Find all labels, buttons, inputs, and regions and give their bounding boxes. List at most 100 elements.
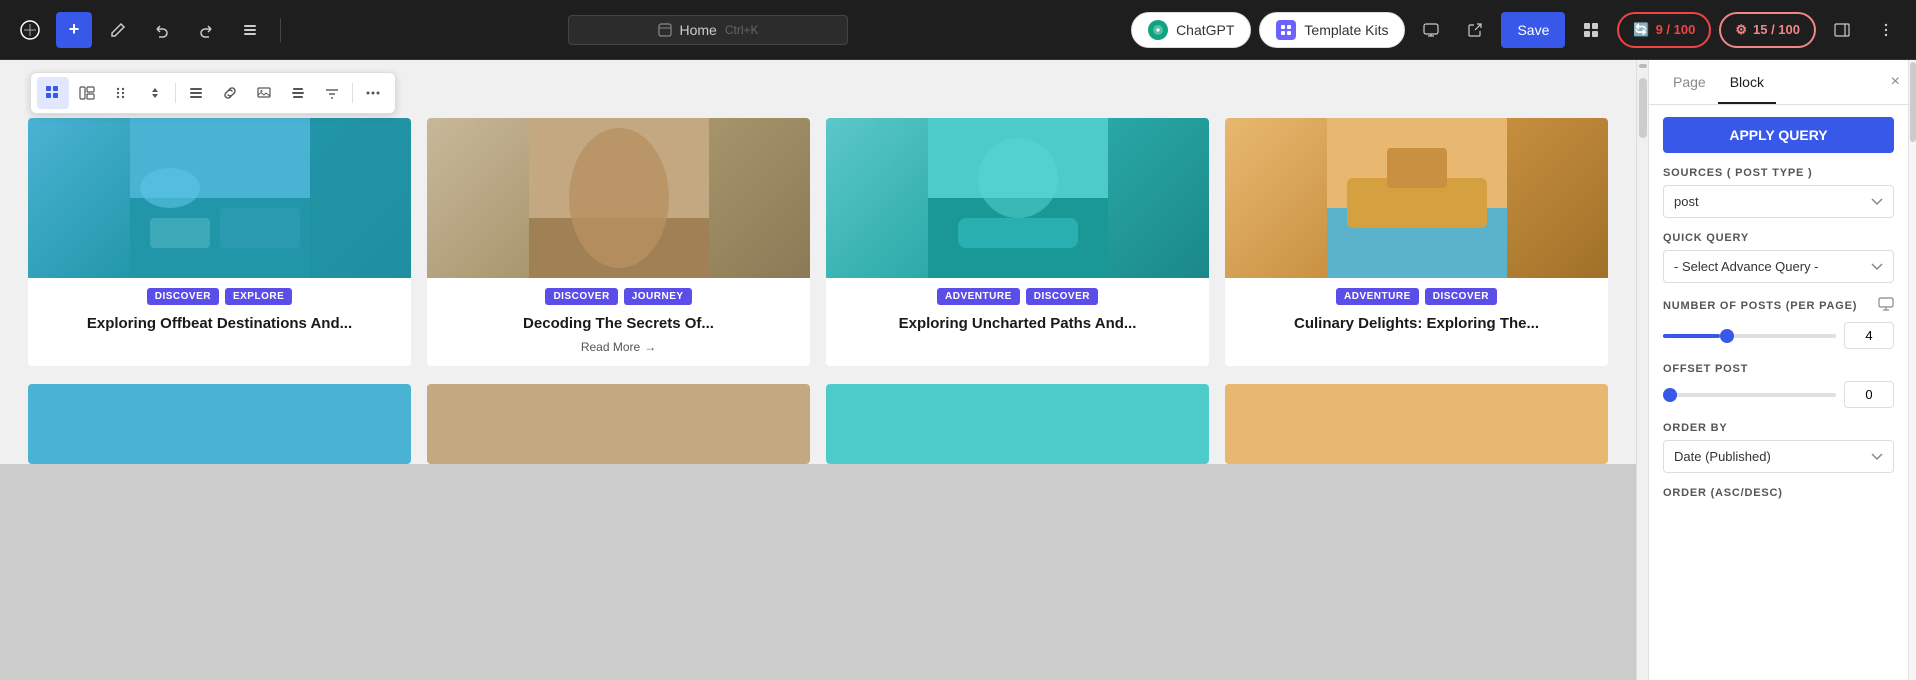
- bottom-card-2: [427, 384, 810, 464]
- drag-handle[interactable]: [105, 77, 137, 109]
- offset-slider-thumb[interactable]: [1663, 388, 1677, 402]
- sources-select[interactable]: post page product: [1663, 185, 1894, 218]
- read-more-label-2: Read More: [581, 340, 640, 354]
- block-toolbar: [30, 72, 396, 114]
- sidebar-toggle[interactable]: [1824, 12, 1860, 48]
- num-posts-slider-row: [1663, 322, 1894, 349]
- main-area: DISCOVER EXPLORE Exploring Offbeat Desti…: [0, 60, 1916, 680]
- add-block-button[interactable]: +: [56, 12, 92, 48]
- card-image-3: [826, 118, 1209, 278]
- redo-button[interactable]: [188, 12, 224, 48]
- items-count: 15 / 100: [1753, 22, 1800, 37]
- sources-label: SOURCES ( POST TYPE ): [1663, 167, 1894, 179]
- items-counter[interactable]: ⚙ 15 / 100: [1719, 12, 1816, 48]
- canvas[interactable]: DISCOVER EXPLORE Exploring Offbeat Desti…: [0, 60, 1636, 680]
- tag-adventure-3: ADVENTURE: [937, 288, 1020, 305]
- offset-slider-row: [1663, 381, 1894, 408]
- card-body-1: DISCOVER EXPLORE Exploring Offbeat Desti…: [28, 278, 411, 352]
- offset-label: OFFSET POST: [1663, 363, 1894, 375]
- external-link-button[interactable]: [1457, 12, 1493, 48]
- options-menu-button[interactable]: [1868, 12, 1904, 48]
- toolbar-separator: [175, 83, 176, 103]
- tag-journey-2: JOURNEY: [624, 288, 692, 305]
- right-panel-scrollbar[interactable]: [1908, 60, 1916, 680]
- list-view-button[interactable]: [232, 12, 268, 48]
- tag-row-4: ADVENTURE DISCOVER: [1237, 288, 1596, 305]
- tag-discover-1: DISCOVER: [147, 288, 219, 305]
- chatgpt-button[interactable]: ChatGPT: [1131, 12, 1251, 48]
- link-button[interactable]: [214, 77, 246, 109]
- quick-query-select[interactable]: - Select Advance Query - Latest Posts Fe…: [1663, 250, 1894, 283]
- tab-block[interactable]: Block: [1718, 60, 1776, 104]
- undo-button[interactable]: [144, 12, 180, 48]
- offset-slider-track[interactable]: [1663, 393, 1836, 397]
- post-card-3[interactable]: ADVENTURE DISCOVER Exploring Uncharted P…: [826, 118, 1209, 366]
- save-button[interactable]: Save: [1501, 12, 1565, 48]
- filter-button[interactable]: [316, 77, 348, 109]
- num-posts-input[interactable]: [1844, 322, 1894, 349]
- template-kits-label: Template Kits: [1304, 22, 1388, 38]
- items-icon: ⚙: [1735, 22, 1747, 38]
- move-up-down-button[interactable]: [139, 77, 171, 109]
- card-body-4: ADVENTURE DISCOVER Culinary Delights: Ex…: [1225, 278, 1608, 352]
- tag-row-1: DISCOVER EXPLORE: [40, 288, 399, 305]
- card-image-1: [28, 118, 411, 278]
- right-panel: Page Block × APPLY QUERY SOURCES ( POST …: [1648, 60, 1908, 680]
- monitor-button[interactable]: [1413, 12, 1449, 48]
- order-asc-desc-label: ORDER (ASC/DESC): [1663, 487, 1894, 499]
- block-list-button[interactable]: [180, 77, 212, 109]
- card-title-2: Decoding The Secrets Of...: [439, 313, 798, 334]
- read-more-2[interactable]: Read More →: [439, 340, 798, 354]
- card-image-2: [427, 118, 810, 278]
- revisions-icon: 🔄: [1633, 22, 1649, 38]
- tag-explore-1: EXPLORE: [225, 288, 292, 305]
- template-kits-button[interactable]: Template Kits: [1259, 12, 1405, 48]
- tab-page[interactable]: Page: [1661, 60, 1718, 104]
- post-card-4[interactable]: ADVENTURE DISCOVER Culinary Delights: Ex…: [1225, 118, 1608, 366]
- tag-discover-3: DISCOVER: [1026, 288, 1098, 305]
- num-posts-label: NUMBER OF POSTS (PER PAGE): [1663, 300, 1857, 312]
- revisions-counter[interactable]: 🔄 9 / 100: [1617, 12, 1711, 48]
- canvas-scrollbar[interactable]: [1636, 60, 1648, 680]
- card-image-4: [1225, 118, 1608, 278]
- offset-input[interactable]: [1844, 381, 1894, 408]
- pencil-icon-button[interactable]: [100, 12, 136, 48]
- more-options-button[interactable]: [357, 77, 389, 109]
- order-by-select[interactable]: Date (Published) Title Random Comment Co…: [1663, 440, 1894, 473]
- card-body-3: ADVENTURE DISCOVER Exploring Uncharted P…: [826, 278, 1209, 352]
- bottom-card-3: [826, 384, 1209, 464]
- num-posts-slider-thumb[interactable]: [1720, 329, 1734, 343]
- arrow-icon-2: →: [644, 340, 656, 354]
- tag-adventure-4: ADVENTURE: [1336, 288, 1419, 305]
- quick-query-label: QUICK QUERY: [1663, 232, 1894, 244]
- page-title-box[interactable]: Home Ctrl+K: [568, 15, 848, 45]
- top-bar: + Home Ctrl+K: [0, 0, 1916, 60]
- card-title-1: Exploring Offbeat Destinations And...: [40, 313, 399, 334]
- post-card-1[interactable]: DISCOVER EXPLORE Exploring Offbeat Desti…: [28, 118, 411, 366]
- post-card-2[interactable]: DISCOVER JOURNEY Decoding The Secrets Of…: [427, 118, 810, 366]
- apply-query-button[interactable]: APPLY QUERY: [1663, 117, 1894, 153]
- scroll-thumb[interactable]: [1639, 78, 1647, 138]
- panel-content: APPLY QUERY SOURCES ( POST TYPE ) post p…: [1649, 105, 1908, 680]
- tag-discover-2: DISCOVER: [545, 288, 617, 305]
- wordpress-logo[interactable]: [12, 12, 48, 48]
- card-body-2: DISCOVER JOURNEY Decoding The Secrets Of…: [427, 278, 810, 366]
- num-posts-monitor-icon: [1878, 297, 1894, 314]
- image-button[interactable]: [248, 77, 280, 109]
- scroll-arrow-up: [1639, 64, 1647, 68]
- layout-view-button[interactable]: [71, 77, 103, 109]
- panel-close-button[interactable]: ×: [1891, 73, 1900, 91]
- bottom-card-4: [1225, 384, 1608, 464]
- tag-discover-4: DISCOVER: [1425, 288, 1497, 305]
- num-posts-slider-track[interactable]: [1663, 334, 1836, 338]
- page-title: Home: [680, 22, 717, 38]
- block-switcher-button[interactable]: [1573, 12, 1609, 48]
- page-title-area: Home Ctrl+K: [293, 15, 1123, 45]
- align-button[interactable]: [282, 77, 314, 109]
- keyboard-shortcut: Ctrl+K: [725, 23, 759, 37]
- grid-view-button[interactable]: [37, 77, 69, 109]
- num-posts-slider-fill: [1663, 334, 1720, 338]
- panel-tabs: Page Block ×: [1649, 60, 1908, 105]
- right-panel-scroll-thumb[interactable]: [1910, 62, 1916, 142]
- template-kits-icon: [1276, 20, 1296, 40]
